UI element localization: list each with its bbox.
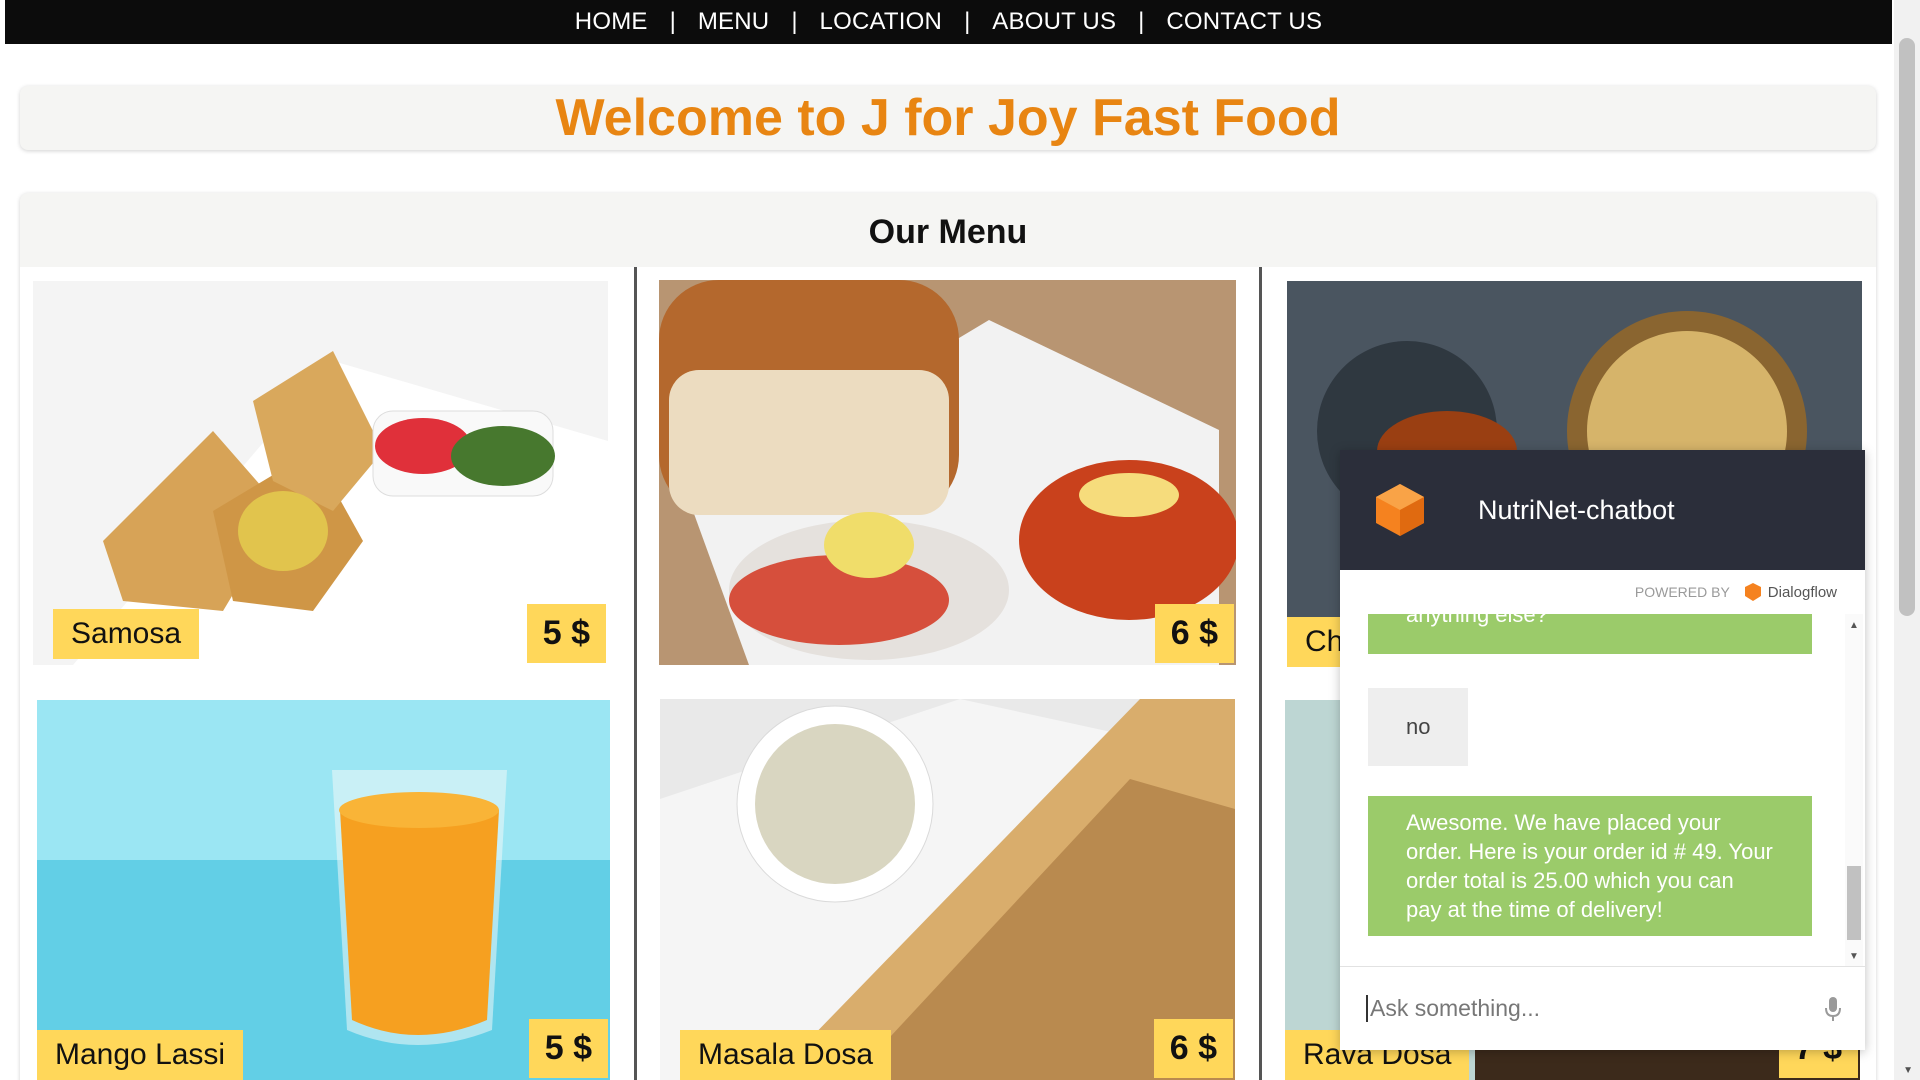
nav-separator: |: [669, 8, 676, 35]
nav-separator: |: [1138, 8, 1145, 35]
user-message: no: [1368, 688, 1469, 766]
chat-scrollbar-thumb[interactable]: [1847, 866, 1861, 940]
column-divider: [1259, 267, 1262, 1080]
welcome-banner: Welcome to J for Joy Fast Food: [20, 86, 1876, 150]
nav-contact-us-link[interactable]: CONTACT US: [1166, 8, 1322, 36]
dialogflow-logo-icon: [1376, 484, 1424, 536]
mango-lassi-image: [37, 700, 610, 1080]
top-navigation: HOME | MENU | LOCATION | ABOUT US | CONT…: [5, 0, 1892, 44]
item-price-label: 6 $: [1153, 1019, 1233, 1078]
scroll-down-icon[interactable]: ▼: [1903, 1065, 1913, 1076]
powered-by-bar: POWERED BY Dialogflow: [1340, 570, 1865, 614]
pav-bhaji-image: [659, 280, 1236, 665]
chat-message-list[interactable]: anything else? no Awesome. We have place…: [1340, 614, 1865, 966]
masala-dosa-image: [660, 699, 1235, 1080]
nav-location-link[interactable]: LOCATION: [820, 8, 943, 36]
item-price-label: 5 $: [526, 604, 606, 663]
nav-about-us-link[interactable]: ABOUT US: [992, 8, 1116, 36]
dialogflow-logo-icon: [1744, 583, 1761, 601]
nav-home-link[interactable]: HOME: [575, 8, 648, 36]
menu-item-masala-dosa[interactable]: Masala Dosa 6 $: [660, 699, 1235, 1080]
menu-item-samosa[interactable]: Samosa 5 $: [33, 281, 608, 665]
message-text: no: [1406, 714, 1431, 739]
chatbot-widget: NutriNet-chatbot POWERED BY Dialogflow a…: [1340, 450, 1865, 1050]
menu-item-pav-bhaji[interactable]: 6 $: [659, 280, 1236, 665]
samosa-image: [33, 281, 608, 665]
page-title: Welcome to J for Joy Fast Food: [555, 89, 1341, 147]
bot-message: Awesome. We have placed your order. Here…: [1368, 796, 1812, 936]
nav-menu-link[interactable]: MENU: [698, 8, 769, 36]
page-scrollbar-thumb[interactable]: [1899, 38, 1915, 616]
bot-message: anything else?: [1368, 614, 1812, 654]
nav-separator: |: [964, 8, 971, 35]
chat-message-input[interactable]: [1366, 995, 1806, 1022]
scroll-down-icon[interactable]: ▼: [1849, 951, 1859, 962]
powered-by-text: POWERED BY: [1634, 584, 1730, 600]
chatbot-header[interactable]: NutriNet-chatbot: [1340, 450, 1865, 570]
message-text: Awesome. We have placed your order. Here…: [1406, 810, 1773, 922]
chatbot-title: NutriNet-chatbot: [1478, 494, 1675, 525]
chat-scrollbar[interactable]: ▲ ▼: [1845, 614, 1863, 966]
menu-item-mango-lassi[interactable]: Mango Lassi 5 $: [37, 700, 610, 1080]
item-name-label: Samosa: [53, 609, 200, 659]
column-divider: [634, 267, 637, 1080]
item-name-label: Mango Lassi: [37, 1030, 244, 1080]
microphone-icon[interactable]: [1824, 996, 1842, 1022]
message-text: anything else?: [1406, 614, 1548, 627]
item-price-label: 6 $: [1154, 604, 1234, 663]
item-price-label: 5 $: [528, 1019, 608, 1078]
menu-heading: Our Menu: [868, 213, 1028, 251]
nav-separator: |: [791, 8, 798, 35]
dialogflow-brand-text[interactable]: Dialogflow: [1768, 584, 1837, 601]
page-scrollbar[interactable]: ▼: [1894, 0, 1920, 1080]
chat-input-bar: [1340, 966, 1865, 1050]
item-name-label: Masala Dosa: [680, 1030, 892, 1080]
scroll-up-icon[interactable]: ▲: [1849, 620, 1859, 631]
